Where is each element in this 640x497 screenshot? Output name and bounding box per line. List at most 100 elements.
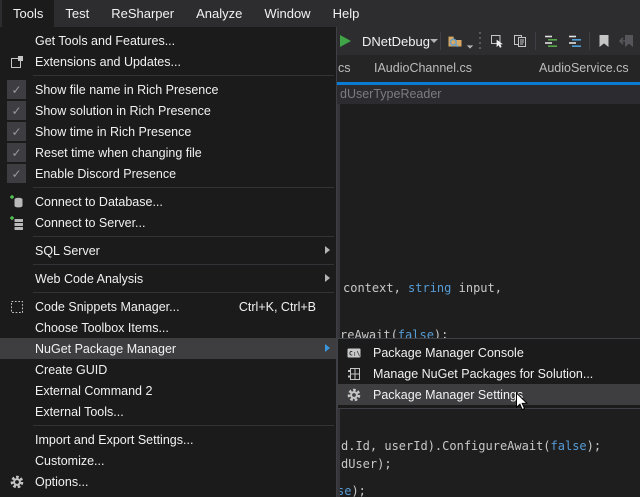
menu-item-connect-to-database[interactable]: Connect to Database... [0, 191, 336, 212]
menu-item-label: Connect to Database... [35, 195, 163, 209]
checkmark-icon [7, 101, 26, 120]
console-icon: C:\ [346, 345, 362, 361]
chevron-down-icon[interactable] [430, 39, 438, 43]
menu-item-nuget-package-manager[interactable]: NuGet Package Manager [0, 338, 336, 359]
toolbar-separator [535, 32, 536, 50]
checkmark-icon [7, 80, 26, 99]
menubar-item-test[interactable]: Test [54, 0, 100, 27]
menu-item-import-and-export-settings[interactable]: Import and Export Settings... [0, 429, 336, 450]
code-line: context, string input, [343, 280, 502, 296]
menu-item-external-tools[interactable]: External Tools... [0, 401, 336, 422]
pointer-select-button pointer-box-icon[interactable] [489, 33, 505, 49]
checkmark-icon [7, 122, 26, 141]
submenu-item-label: Manage NuGet Packages for Solution... [373, 367, 593, 381]
checkmark-icon [7, 164, 26, 183]
tab-fragment[interactable]: cs [338, 55, 351, 82]
menu-item-label: Get Tools and Features... [35, 34, 175, 48]
bookmark-button bookmark-icon[interactable] [596, 33, 612, 49]
menu-item-label: Extensions and Updates... [35, 55, 181, 69]
menu-item-create-guid[interactable]: Create GUID [0, 359, 336, 380]
tab-iaudiochannel[interactable]: IAudioChannel.cs [374, 55, 472, 82]
menu-item-customize[interactable]: Customize... [0, 450, 336, 471]
menu-item-get-tools-and-features[interactable]: Get Tools and Features... [0, 30, 336, 51]
editor-margin [337, 104, 340, 497]
find-in-files-button folder-search-icon[interactable] [447, 33, 463, 49]
menu-item-choose-toolbox-items[interactable]: Choose Toolbox Items... [0, 317, 336, 338]
menu-separator [33, 292, 334, 293]
submenu-item-package-manager-settings[interactable]: Package Manager Settings [338, 384, 640, 405]
menu-separator [33, 187, 334, 188]
menu-item-label: Code Snippets Manager... [35, 300, 180, 314]
checkmark-icon [7, 143, 26, 162]
menu-item-label: Customize... [35, 454, 104, 468]
menu-item-reset-time-when-changing-file[interactable]: Reset time when changing file [0, 142, 336, 163]
tab-bar: cs IAudioChannel.cs AudioService.cs [337, 55, 640, 82]
chevron-down-icon[interactable] [467, 45, 473, 48]
vs-window: DNetDebug [0, 0, 640, 497]
toolbar-grip [479, 32, 481, 50]
menu-item-external-command-2[interactable]: External Command 2 [0, 380, 336, 401]
nuget-submenu: C:\ Package Manager Console Manage NuGet… [337, 338, 640, 409]
submenu-item-manage-nuget-packages-for-solution[interactable]: Manage NuGet Packages for Solution... [338, 363, 640, 384]
menu-item-label: Web Code Analysis [35, 272, 143, 286]
previous-bookmark-button bookmark-arrow-icon[interactable] [619, 33, 635, 49]
menubar-item-resharper[interactable]: ReSharper [100, 0, 185, 27]
nuget-package-icon [346, 366, 362, 382]
menu-item-show-file-name-in-rich-presence[interactable]: Show file name in Rich Presence [0, 79, 336, 100]
gear-icon [9, 474, 25, 490]
breadcrumb[interactable]: dUserTypeReader [340, 85, 441, 104]
menu-item-show-time-in-rich-presence[interactable]: Show time in Rich Presence [0, 121, 336, 142]
connect-database-icon [9, 194, 25, 210]
menubar-item-window[interactable]: Window [253, 0, 321, 27]
submenu-item-package-manager-console[interactable]: C:\ Package Manager Console [338, 342, 640, 363]
menu-item-enable-discord-presence[interactable]: Enable Discord Presence [0, 163, 336, 184]
menubar-item-help[interactable]: Help [322, 0, 371, 27]
menu-item-label: Reset time when changing file [35, 146, 202, 160]
submenu-item-label: Package Manager Settings [373, 388, 523, 402]
menu-item-connect-to-server[interactable]: Connect to Server... [0, 212, 336, 233]
menu-bar: Tools Test ReSharper Analyze Window Help [0, 0, 640, 27]
menubar-item-tools[interactable]: Tools [2, 0, 54, 27]
format-code-button format-lines-green-icon[interactable] [543, 33, 559, 49]
menu-item-label: Show file name in Rich Presence [35, 83, 218, 97]
submenu-arrow-icon [325, 344, 330, 352]
menu-separator [33, 425, 334, 426]
menu-item-show-solution-in-rich-presence[interactable]: Show solution in Rich Presence [0, 100, 336, 121]
submenu-item-label: Package Manager Console [373, 346, 524, 360]
tools-menu: Get Tools and Features... Extensions and… [0, 27, 337, 497]
extensions-icon [9, 54, 25, 70]
submenu-arrow-icon [325, 274, 330, 282]
menu-item-code-snippets-manager[interactable]: Code Snippets Manager... Ctrl+K, Ctrl+B [0, 296, 336, 317]
submenu-arrow-icon [325, 246, 330, 254]
connect-server-icon [9, 215, 25, 231]
menubar-item-analyze[interactable]: Analyze [185, 0, 253, 27]
menu-separator [33, 264, 334, 265]
menu-item-label: Import and Export Settings... [35, 433, 193, 447]
code-line: dUser); [341, 456, 392, 472]
debug-target-dropdown[interactable]: DNetDebug [362, 34, 430, 49]
copy-lines-button copy-lines-icon[interactable] [512, 33, 528, 49]
menu-item-label: Create GUID [35, 363, 107, 377]
menu-item-label: External Tools... [35, 405, 124, 419]
format-selection-button format-lines-blue-icon[interactable] [567, 33, 583, 49]
gear-icon [346, 387, 362, 403]
menu-item-label: Choose Toolbox Items... [35, 321, 169, 335]
menu-item-label: SQL Server [35, 244, 100, 258]
code-snippets-icon [9, 299, 25, 315]
menu-item-extensions-and-updates[interactable]: Extensions and Updates... [0, 51, 336, 72]
menu-item-label: Enable Discord Presence [35, 167, 176, 181]
tab-audioservice[interactable]: AudioService.cs [539, 55, 629, 82]
menu-item-web-code-analysis[interactable]: Web Code Analysis [0, 268, 336, 289]
menu-separator [33, 75, 334, 76]
start-debug-button play-icon[interactable] [340, 35, 351, 47]
svg-text:C:\: C:\ [349, 350, 360, 357]
menu-item-label: Connect to Server... [35, 216, 145, 230]
mouse-cursor [515, 392, 529, 412]
menu-item-shortcut: Ctrl+K, Ctrl+B [239, 300, 316, 314]
menu-item-options[interactable]: Options... [0, 471, 336, 492]
menu-item-label: External Command 2 [35, 384, 152, 398]
menu-item-label: Show solution in Rich Presence [35, 104, 211, 118]
toolbar-separator [440, 32, 441, 50]
menu-item-sql-server[interactable]: SQL Server [0, 240, 336, 261]
menu-item-label: Show time in Rich Presence [35, 125, 191, 139]
